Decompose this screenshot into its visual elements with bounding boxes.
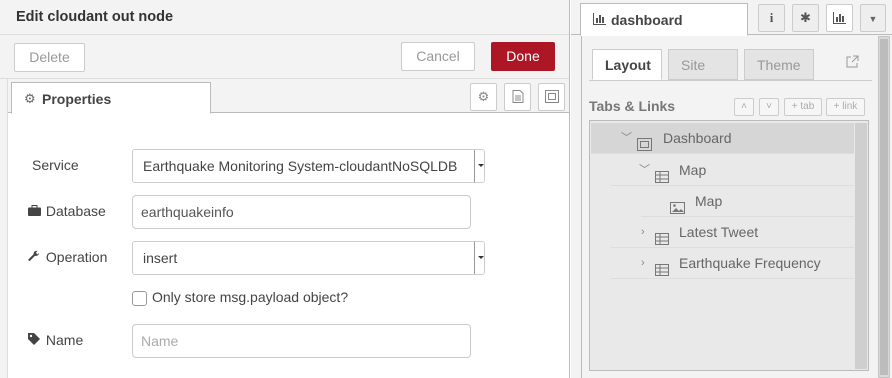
chevron-down-icon[interactable]: ﹀ (621, 123, 632, 153)
add-link-label: link (842, 101, 858, 112)
service-select[interactable]: Earthquake Monitoring System-cloudantNoS… (132, 149, 485, 183)
tree-item-map-group[interactable]: ﹀ Map (611, 155, 854, 186)
tree-item-dashboard[interactable]: ﹀ Dashboard (591, 123, 854, 154)
tree-item-map-widget[interactable]: Map (641, 186, 854, 217)
tree-item-earthquake-frequency[interactable]: › Earthquake Frequency (611, 248, 854, 279)
service-label: Service (32, 157, 79, 173)
payload-only-checkbox[interactable] (132, 291, 147, 306)
chevron-down-icon (474, 242, 484, 274)
subtab-theme[interactable]: Theme (744, 49, 814, 80)
chevron-down-icon (474, 150, 484, 182)
operation-select-value: insert (143, 250, 178, 266)
node-settings-button[interactable]: ⚙ (470, 83, 497, 111)
delete-button[interactable]: Delete (14, 43, 85, 72)
database-label-text: Database (45, 203, 106, 219)
tray-title: Edit cloudant out node (16, 9, 174, 25)
name-label-text: Name (45, 332, 84, 348)
wrench-icon (28, 250, 42, 265)
name-input[interactable]: Name (132, 324, 471, 358)
bar-chart-icon (833, 12, 846, 24)
tab-dashboard-label: dashboard (611, 12, 683, 28)
add-link-button[interactable]: + link (826, 98, 865, 116)
subtab-divider (589, 80, 872, 81)
tabs-links-label: Tabs & Links (589, 98, 676, 114)
scrollbar-thumb[interactable] (880, 39, 888, 375)
bar-chart-icon (593, 12, 606, 28)
tree-item-label: Map (695, 193, 723, 209)
node-editor-tray: Edit cloudant out node Delete Cancel Don… (0, 0, 570, 378)
tab-dashboard[interactable]: dashboard (580, 3, 748, 36)
subtab-site[interactable]: Site (668, 49, 738, 80)
tree-item-latest-tweet[interactable]: › Latest Tweet (611, 217, 854, 248)
operation-label: Operation (28, 249, 107, 265)
database-input[interactable]: earthquakeinfo (132, 195, 471, 229)
external-link-icon[interactable] (846, 55, 859, 71)
database-label: Database (28, 203, 106, 219)
sidebar-scrollbar[interactable] (878, 36, 890, 378)
tree-scrollbar[interactable] (855, 123, 867, 369)
tab-dashboard-mini[interactable] (826, 4, 853, 32)
tab-debug[interactable]: ✱ (792, 4, 819, 32)
name-label: Name (28, 332, 83, 348)
tag-icon (28, 333, 42, 348)
plus-icon: + (833, 101, 840, 112)
tray-toolbar (0, 35, 569, 79)
gear-icon: ⚙ (477, 89, 490, 104)
tree-item-label: Dashboard (663, 130, 732, 146)
collapse-all-button[interactable]: ˄ (734, 98, 754, 116)
add-tab-label: tab (800, 101, 815, 112)
gear-icon: ⚙ (24, 91, 36, 106)
payload-only-label: Only store msg.payload object? (152, 289, 349, 305)
operation-select[interactable]: insert (132, 241, 485, 275)
tab-properties[interactable]: ⚙ Properties (11, 82, 211, 114)
subtab-layout[interactable]: Layout (592, 49, 662, 80)
briefcase-icon (28, 205, 42, 219)
done-button[interactable]: Done (491, 42, 555, 71)
chevron-down-icon[interactable]: ﹀ (639, 155, 650, 185)
document-icon (512, 90, 523, 103)
chevron-down-icon: ˅ (766, 101, 772, 112)
sidebar-menu-button[interactable]: ▼ (860, 4, 886, 32)
chevron-up-icon: ˄ (741, 101, 747, 112)
node-appearance-button[interactable] (538, 83, 565, 111)
expand-all-button[interactable]: ˅ (759, 98, 779, 116)
bug-icon: ✱ (800, 10, 811, 25)
service-select-value: Earthquake Monitoring System-cloudantNoS… (143, 158, 458, 174)
chevron-down-icon: ▼ (868, 14, 878, 24)
tab-info[interactable]: i (758, 4, 785, 32)
operation-label-text: Operation (45, 249, 108, 265)
tree-item-label: Earthquake Frequency (679, 255, 821, 271)
layout-tree: ﹀ Dashboard ﹀ Map Map › Latest Tweet › E… (589, 120, 869, 371)
appearance-icon (544, 90, 559, 103)
node-description-button[interactable] (504, 83, 531, 111)
tab-properties-label: Properties (42, 91, 112, 107)
tree-item-label: Map (679, 162, 707, 178)
chevron-right-icon[interactable]: › (641, 248, 645, 278)
plus-icon: + (791, 101, 798, 112)
cancel-button[interactable]: Cancel (401, 42, 475, 71)
grid-icon (655, 256, 669, 286)
chevron-right-icon[interactable]: › (641, 217, 645, 247)
info-icon: i (769, 10, 774, 25)
tree-item-label: Latest Tweet (679, 224, 759, 240)
add-tab-button[interactable]: + tab (784, 98, 822, 116)
